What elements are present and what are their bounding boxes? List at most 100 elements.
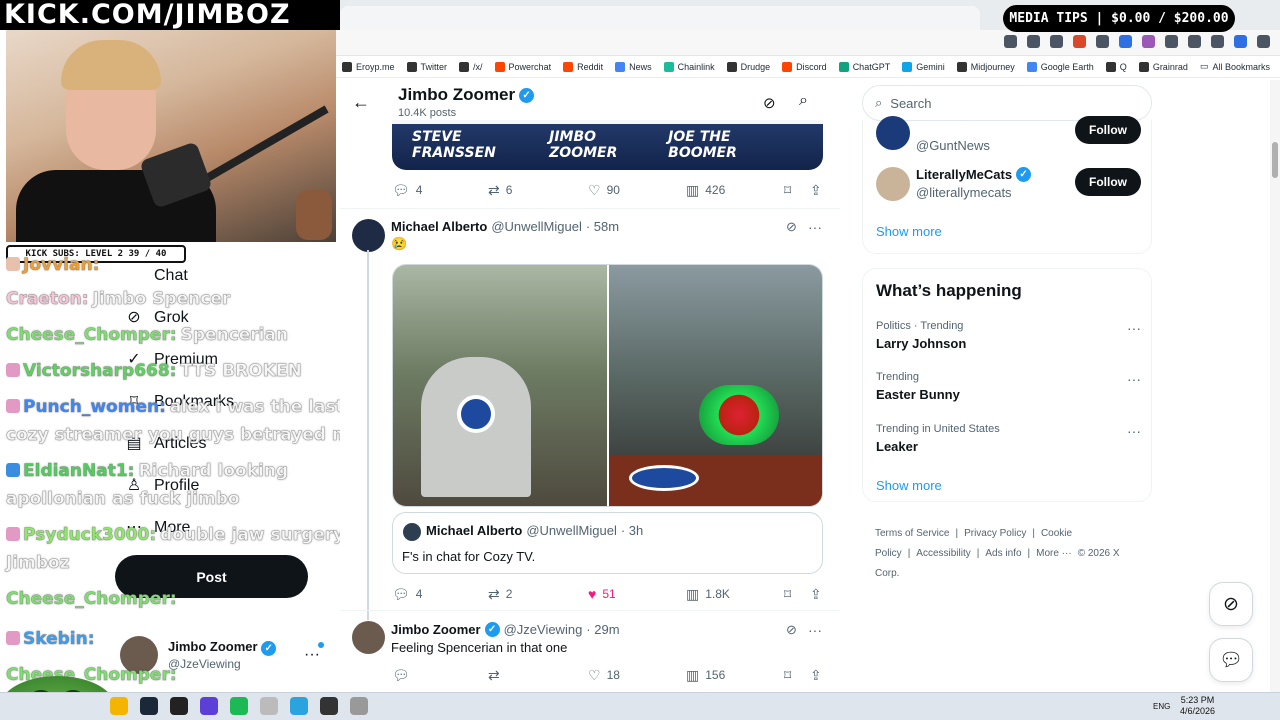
bookmark-grainrad[interactable]: Grainrad	[1133, 61, 1194, 72]
search-input[interactable]: Search	[890, 96, 931, 111]
bookmark-chainlink[interactable]: Chainlink	[658, 61, 721, 72]
show-more-link[interactable]: Show more	[876, 478, 942, 493]
tweet-image[interactable]	[609, 265, 822, 506]
trend-item[interactable]: Politics · Trending Larry Johnson ···	[876, 320, 1141, 351]
back-arrow-icon[interactable]: ←	[352, 92, 370, 113]
more-icon[interactable]: ···	[808, 219, 822, 235]
zoom-icon[interactable]	[1027, 35, 1040, 48]
star-icon[interactable]	[1050, 35, 1063, 48]
grok-icon[interactable]: ⊘	[786, 622, 797, 638]
more-icon[interactable]: ···	[1127, 423, 1141, 439]
grok-icon[interactable]: ⊘	[786, 219, 797, 235]
follow-suggestion[interactable]: @GuntNews Follow	[876, 116, 1141, 160]
bookmark-button[interactable]: ⌑	[784, 182, 791, 199]
share-button[interactable]: ⇪	[810, 667, 822, 684]
author-handle[interactable]: @JzeViewing	[504, 622, 583, 637]
terminal-icon[interactable]	[170, 697, 188, 715]
bookmark-twitter[interactable]: Twitter	[401, 61, 454, 72]
all-bookmarks-button[interactable]: ▭ All Bookmarks	[1200, 61, 1270, 72]
metamask-icon[interactable]	[1073, 35, 1086, 48]
tweet-time[interactable]: · 29m	[586, 622, 619, 637]
bookmark-powerchat[interactable]: Powerchat	[489, 61, 558, 72]
extension-icon[interactable]	[1142, 35, 1155, 48]
bookmark-button[interactable]: ⌑	[784, 586, 791, 603]
views-button[interactable]: ▥ 426	[686, 182, 725, 199]
more-icon[interactable]: ···	[1127, 371, 1141, 387]
footer-link[interactable]: Accessibility	[916, 548, 970, 559]
messages-icon[interactable]: 💬︎	[1209, 638, 1253, 682]
like-button[interactable]: ♡ 90	[588, 182, 620, 199]
search-icon[interactable]: ⌕	[799, 92, 808, 110]
quoted-tweet[interactable]: Michael Alberto @UnwellMiguel · 3h F's i…	[392, 512, 823, 574]
author-name[interactable]: Michael Alberto	[391, 219, 487, 234]
profile-feed[interactable]: ← Jimbo Zoomer ✓ 10.4K posts ⊘ ⌕ STEVE FR…	[340, 80, 840, 692]
trend-item[interactable]: Trending Easter Bunny ···	[876, 371, 1141, 402]
sidepanel-icon[interactable]	[1211, 35, 1224, 48]
like-button[interactable]: ♥ 51	[588, 586, 616, 602]
folder-icon[interactable]	[110, 697, 128, 715]
steam-icon[interactable]	[140, 697, 158, 715]
telegram-icon[interactable]	[290, 697, 308, 715]
bookmark-eroyp-me[interactable]: Eroyp.me	[336, 61, 401, 72]
shield-icon[interactable]	[1096, 35, 1109, 48]
follow-suggestion[interactable]: LiterallyMeCats ✓ @literallymecats Follow	[876, 167, 1141, 207]
x-extension-icon[interactable]	[1165, 35, 1178, 48]
footer-link[interactable]: Privacy Policy	[964, 528, 1026, 539]
bookmark-midjourney[interactable]: Midjourney	[951, 61, 1021, 72]
discord-icon[interactable]	[200, 697, 218, 715]
views-button[interactable]: ▥ 156	[686, 667, 725, 684]
bookmark-chatgpt[interactable]: ChatGPT	[833, 61, 897, 72]
bookmark-discord[interactable]: Discord	[776, 61, 833, 72]
footer-link[interactable]: More ···	[1036, 548, 1072, 559]
author-handle[interactable]: @UnwellMiguel	[491, 219, 582, 234]
app-icon[interactable]	[350, 697, 368, 715]
repost-button[interactable]: ⇄ 2	[488, 586, 512, 603]
follow-button[interactable]: Follow	[1075, 116, 1141, 144]
clock[interactable]: 5:23 PM 4/6/2026	[1180, 695, 1215, 717]
extension-icon[interactable]	[1119, 35, 1132, 48]
grok-icon[interactable]: ⊘	[763, 94, 776, 112]
avatar[interactable]	[352, 219, 385, 252]
like-button[interactable]: ♡ 18	[588, 667, 620, 684]
active-tab[interactable]	[340, 6, 980, 30]
spotify-icon[interactable]	[230, 697, 248, 715]
screenshot-icon[interactable]	[1004, 35, 1017, 48]
more-icon[interactable]: ···	[808, 622, 822, 638]
tweet-image-banner[interactable]: STEVE FRANSSEN JIMBO ZOOMER JOE THE BOOM…	[392, 120, 823, 170]
bookmark-drudge[interactable]: Drudge	[721, 61, 777, 72]
bookmark-button[interactable]: ⌑	[784, 667, 791, 684]
reply-button[interactable]: 💬︎	[392, 667, 416, 684]
reply-button[interactable]: 💬︎ 4	[392, 182, 422, 199]
follow-button[interactable]: Follow	[1075, 168, 1141, 196]
scrollbar[interactable]	[1270, 80, 1280, 692]
tweet-time[interactable]: · 58m	[586, 219, 619, 234]
grok-icon[interactable]: ⊘	[1209, 582, 1253, 626]
author-name[interactable]: Jimbo Zoomer	[391, 622, 481, 637]
repost-button[interactable]: ⇄ 6	[488, 182, 512, 199]
app-icon[interactable]	[260, 697, 278, 715]
scroll-thumb[interactable]	[1272, 142, 1278, 178]
bookmark-reddit[interactable]: Reddit	[557, 61, 609, 72]
bookmark-google-earth[interactable]: Google Earth	[1021, 61, 1100, 72]
language-indicator[interactable]: ENG	[1153, 702, 1170, 711]
show-more-link[interactable]: Show more	[876, 224, 942, 239]
bookmark-news[interactable]: News	[609, 61, 658, 72]
tweet-image[interactable]	[393, 265, 607, 506]
footer-link[interactable]: Terms of Service	[875, 528, 949, 539]
bookmark-q[interactable]: Q	[1100, 61, 1133, 72]
trend-item[interactable]: Trending in United States Leaker ···	[876, 423, 1141, 454]
footer-link[interactable]: Ads info	[985, 548, 1021, 559]
share-button[interactable]: ⇪	[810, 586, 822, 603]
menu-icon[interactable]	[1257, 35, 1270, 48]
share-button[interactable]: ⇪	[810, 182, 822, 199]
profile-icon[interactable]	[1234, 35, 1247, 48]
obs-icon[interactable]	[320, 697, 338, 715]
tweet-media[interactable]	[392, 264, 823, 507]
bookmark--x-[interactable]: /x/	[453, 61, 489, 72]
reply-button[interactable]: 💬︎ 4	[392, 586, 422, 603]
avatar[interactable]	[352, 621, 385, 654]
repost-button[interactable]: ⇄	[488, 667, 506, 684]
views-button[interactable]: ▥ 1.8K	[686, 586, 730, 603]
bookmark-gemini[interactable]: Gemini	[896, 61, 951, 72]
more-icon[interactable]: ···	[1127, 320, 1141, 336]
